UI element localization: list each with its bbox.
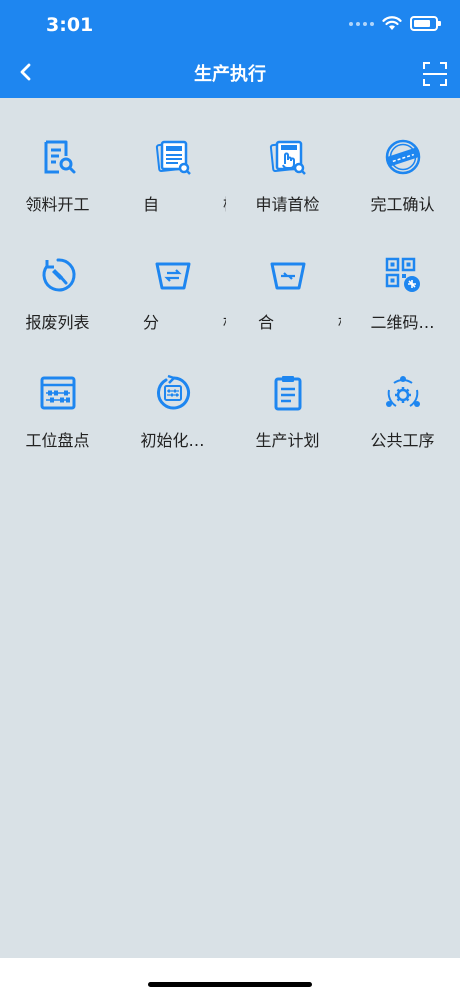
menu-item-qr-code[interactable]: 二维码… <box>345 216 460 334</box>
qr-code-icon <box>385 257 420 292</box>
self-inspection-icon <box>155 140 191 175</box>
public-process-icon <box>386 376 420 407</box>
menu-label: 合 框 <box>258 313 341 332</box>
initialize-abacus-icon <box>157 374 190 410</box>
menu-label: 分 框 <box>143 313 226 332</box>
menu-item-merge-box[interactable]: 合 框 <box>230 216 345 334</box>
abacus-icon <box>40 376 76 410</box>
clipboard-icon <box>274 376 302 411</box>
first-inspection-request-icon <box>269 140 306 175</box>
cellular-signal-icon <box>349 21 374 26</box>
menu-item-public-process[interactable]: 公共工序 <box>345 334 460 452</box>
menu-label: 二维码… <box>370 313 435 332</box>
menu-label: 完工确认 <box>370 195 435 214</box>
menu-label: 报废列表 <box>25 313 90 332</box>
menu-item-production-plan[interactable]: 生产计划 <box>230 334 345 452</box>
completion-stamp-icon <box>385 139 421 175</box>
status-icons <box>349 16 441 31</box>
menu-label: 初始化… <box>140 431 205 450</box>
menu-item-split-box[interactable]: 分 框 <box>115 216 230 334</box>
menu-label: 生产计划 <box>255 431 320 450</box>
wifi-icon <box>382 16 402 30</box>
scan-icon[interactable] <box>422 60 448 88</box>
menu-item-first-inspection[interactable]: 申请首检 <box>230 98 345 216</box>
merge-box-icon <box>270 262 306 290</box>
menu-item-self-inspection[interactable]: 自 检 <box>115 98 230 216</box>
battery-icon <box>410 16 441 31</box>
page-title: 生产执行 <box>194 64 266 85</box>
menu-label: 工位盘点 <box>25 431 90 450</box>
split-box-icon <box>155 262 191 290</box>
menu-item-scrap-list[interactable]: 报废列表 <box>0 216 115 334</box>
menu-label: 自 检 <box>143 195 226 214</box>
menu-label: 公共工序 <box>370 431 435 450</box>
scrap-hammer-icon <box>42 258 76 292</box>
home-bar <box>0 958 460 996</box>
navigation-bar: 3:01 生产执行 <box>0 0 460 98</box>
home-indicator[interactable] <box>148 982 312 987</box>
menu-label: 领料开工 <box>25 195 90 214</box>
status-time: 3:01 <box>46 14 94 36</box>
menu-item-initialize[interactable]: 初始化… <box>115 334 230 452</box>
material-checklist-icon <box>44 140 76 174</box>
menu-item-station-inventory[interactable]: 工位盘点 <box>0 334 115 452</box>
menu-label: 申请首检 <box>255 195 320 214</box>
menu-item-material-start[interactable]: 领料开工 <box>0 98 115 216</box>
menu-item-completion-confirm[interactable]: 完工确认 <box>345 98 460 216</box>
